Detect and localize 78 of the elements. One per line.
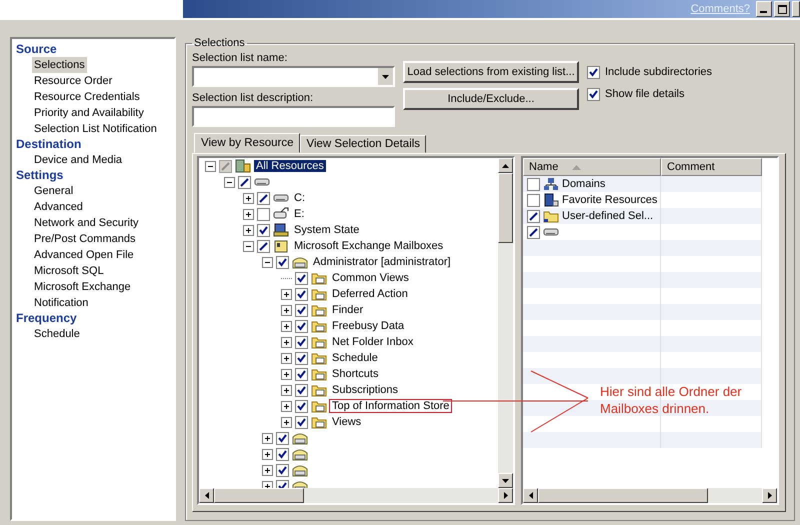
action-button[interactable]: Load selections from existing list... (403, 61, 579, 83)
nav-item[interactable]: Microsoft Exchange (32, 279, 133, 295)
mail-folder-icon (311, 303, 327, 317)
minimize-icon[interactable] (756, 1, 772, 17)
nav-item[interactable]: Notification (32, 295, 90, 311)
mail-folder-icon (311, 351, 327, 365)
mailbox-store-icon (273, 239, 289, 253)
selection-list-name-combo[interactable] (192, 66, 395, 87)
network-icon (543, 177, 559, 191)
scroll-right-icon[interactable] (504, 492, 508, 499)
group-title: Selections (193, 37, 246, 49)
field-label: Selection list name: (192, 51, 288, 66)
nav-item[interactable]: Microsoft SQL (32, 263, 106, 279)
nav-item[interactable]: Advanced (32, 199, 85, 215)
vertical-scrollbar[interactable] (498, 158, 513, 488)
horizontal-scrollbar[interactable] (199, 488, 513, 503)
nav-item[interactable]: Advanced Open File (32, 247, 136, 263)
scroll-right-icon[interactable] (768, 492, 772, 499)
nav-heading: Settings (16, 168, 64, 183)
sort-icon (572, 164, 582, 170)
scroll-thumb[interactable] (538, 488, 708, 503)
field-label: Selection list description: (192, 91, 314, 106)
scroll-left-icon[interactable] (204, 492, 208, 499)
nav-item[interactable]: Priority and Availability (32, 105, 146, 121)
mail-folder-icon (311, 367, 327, 381)
list-checkbox[interactable] (527, 226, 540, 238)
nav-heading: Destination (16, 137, 82, 152)
server-icon (543, 193, 559, 207)
column-header[interactable]: Comment (661, 158, 762, 176)
nav-item[interactable]: Device and Media (32, 152, 124, 168)
mail-folder-icon (311, 271, 327, 285)
scroll-up-icon[interactable] (502, 164, 509, 168)
network-drive-icon (273, 207, 289, 221)
maximize-icon[interactable] (774, 1, 790, 17)
mail-folder-icon (311, 415, 327, 429)
option-checkbox[interactable] (587, 88, 600, 100)
nav-heading: Source (16, 42, 58, 57)
list-item[interactable]: Favorite Resources (562, 194, 658, 206)
action-button[interactable]: Include/Exclude... (403, 88, 579, 110)
tab[interactable]: View Selection Details (300, 135, 426, 153)
mail-folder-icon (311, 287, 327, 301)
nav-item[interactable]: Selections (32, 57, 87, 73)
nav-item[interactable]: Resource Order (32, 73, 114, 89)
mailbox-icon (292, 255, 308, 269)
list-checkbox[interactable] (527, 210, 540, 222)
scroll-down-icon[interactable] (502, 478, 509, 482)
nav-item[interactable]: Pre/Post Commands (32, 231, 138, 247)
nav-item[interactable]: Selection List Notification (32, 121, 159, 137)
list-checkbox[interactable] (527, 194, 540, 206)
computer-icon (273, 223, 289, 237)
mailbox-icon (292, 447, 308, 461)
option-checkbox[interactable] (587, 66, 600, 78)
mailbox-icon (292, 463, 308, 477)
scroll-thumb[interactable] (498, 173, 513, 243)
folder-icon (543, 209, 559, 223)
tab[interactable]: View by Resource (194, 133, 300, 153)
annotation-text: Hier sind alle Ordner der Mailboxes drinnen. (600, 383, 743, 417)
scroll-thumb[interactable] (214, 488, 304, 503)
option-label: Include subdirectories (605, 66, 712, 78)
dropdown-arrow-icon[interactable] (382, 74, 389, 78)
server-icon (235, 159, 251, 173)
mail-folder-icon (311, 335, 327, 349)
mail-folder-icon (311, 319, 327, 333)
mailbox-icon (292, 431, 308, 445)
option-label: Show file details (605, 88, 684, 100)
nav-item[interactable]: Resource Credentials (32, 89, 142, 105)
nav-item[interactable]: Schedule (32, 326, 82, 342)
nav-heading: Frequency (16, 311, 78, 326)
horizontal-scrollbar[interactable] (523, 488, 777, 503)
nav-item[interactable]: General (32, 183, 76, 199)
mail-folder-icon (311, 383, 327, 397)
list-item[interactable]: Domains (562, 178, 606, 190)
list-checkbox[interactable] (527, 178, 540, 190)
column-header[interactable]: Name (523, 158, 661, 176)
scroll-left-icon[interactable] (528, 492, 532, 499)
description-field[interactable] (192, 106, 395, 127)
nav-item[interactable]: Network and Security (32, 215, 141, 231)
mail-folder-icon (311, 399, 327, 413)
